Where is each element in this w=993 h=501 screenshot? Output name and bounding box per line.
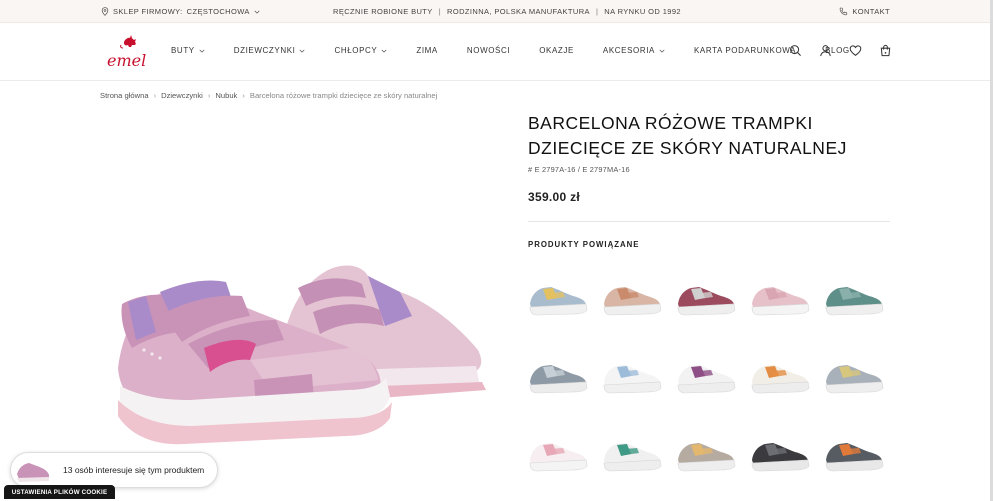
header-actions: [789, 44, 892, 57]
contact-link[interactable]: KONTAKT: [839, 7, 890, 16]
nav-item-chlopcy[interactable]: CHŁOPCY: [334, 46, 387, 55]
chevron-down-icon: [659, 49, 665, 53]
product-title-line: DZIECIĘCE ZE SKÓRY NATURALNEJ: [528, 138, 847, 158]
nav-label: KARTA PODARUNKOWA: [694, 46, 797, 55]
related-products-heading: PRODUKTY POWIĄZANE: [528, 240, 640, 249]
phone-icon: [840, 7, 848, 16]
main-navigation: BUTY DZIEWCZYNKI CHŁOPCY ZIMA NOWOŚCI OK…: [171, 46, 850, 55]
breadcrumb: Strona główna › Dziewczynki › Nubuk › Ba…: [100, 91, 437, 100]
breadcrumb-separator: ›: [153, 91, 157, 100]
related-product-thumbnail[interactable]: [601, 360, 663, 396]
related-product-thumbnail[interactable]: [527, 360, 589, 396]
breadcrumb-current: Barcelona różowe trampki dziecięce ze sk…: [249, 91, 438, 100]
chevron-down-icon: [381, 49, 387, 53]
related-product-thumbnail[interactable]: [749, 282, 811, 318]
related-product-thumbnail[interactable]: [823, 438, 885, 474]
store-label: SKLEP FIRMOWY:: [113, 7, 183, 16]
nav-label: AKCESORIA: [602, 46, 655, 55]
related-product-thumbnail[interactable]: [601, 282, 663, 318]
promo-item: RODZINNA, POLSKA MANUFAKTURA: [447, 7, 590, 16]
breadcrumb-link[interactable]: Dziewczynki: [161, 91, 203, 100]
nav-item-karta-podarunkowa[interactable]: KARTA PODARUNKOWA: [694, 46, 796, 55]
related-product-thumbnail[interactable]: [823, 360, 885, 396]
related-product-thumbnail[interactable]: [527, 282, 589, 318]
nav-item-dziewczynki[interactable]: DZIEWCZYNKI: [234, 46, 306, 55]
nav-label: CHŁOPCY: [334, 46, 378, 55]
related-product-thumbnail[interactable]: [749, 438, 811, 474]
product-page: SKLEP FIRMOWY: CZĘSTOCHOWA RĘCZNIE ROBIO…: [0, 0, 990, 501]
related-product-thumbnail[interactable]: [601, 438, 663, 474]
location-pin-icon: [101, 7, 109, 16]
cookie-settings-button[interactable]: USTAWIENIA PLIKÓW COOKIE: [4, 485, 115, 499]
nav-label: OKAZJE: [539, 46, 574, 55]
breadcrumb-link[interactable]: Strona główna: [100, 91, 149, 100]
nav-label: ZIMA: [416, 46, 438, 55]
nav-item-buty[interactable]: BUTY: [171, 46, 205, 55]
nav-item-okazje[interactable]: OKAZJE: [539, 46, 574, 55]
product-price: 359.00 zł: [528, 190, 581, 204]
nav-item-nowosci[interactable]: NOWOŚCI: [467, 46, 510, 55]
cart-bag-icon[interactable]: [879, 44, 892, 57]
emel-logo[interactable]: emel: [106, 33, 146, 71]
contact-label: KONTAKT: [852, 7, 890, 16]
social-proof-product-thumbnail: [17, 463, 49, 482]
breadcrumb-link[interactable]: Nubuk: [215, 91, 237, 100]
account-icon[interactable]: [819, 44, 832, 57]
related-product-thumbnail[interactable]: [527, 438, 589, 474]
top-info-bar: SKLEP FIRMOWY: CZĘSTOCHOWA RĘCZNIE ROBIO…: [0, 0, 990, 23]
nav-item-zima[interactable]: ZIMA: [416, 46, 438, 55]
chevron-down-icon: [199, 49, 205, 53]
breadcrumb-separator: ›: [207, 91, 211, 100]
promo-separator: |: [595, 7, 599, 16]
related-product-thumbnail[interactable]: [675, 282, 737, 318]
social-proof-text: 13 osób interesuje się tym produktem: [63, 465, 205, 475]
product-title-line: BARCELONA RÓŻOWE TRAMPKI: [528, 113, 813, 133]
related-product-thumbnail[interactable]: [823, 282, 885, 318]
related-product-thumbnail[interactable]: [749, 360, 811, 396]
promo-messages: RĘCZNIE ROBIONE BUTY | RODZINNA, POLSKA …: [333, 7, 681, 16]
product-title: BARCELONA RÓŻOWE TRAMPKI DZIECIĘCE ZE SK…: [528, 111, 898, 161]
promo-separator: |: [438, 7, 442, 16]
divider: [528, 221, 890, 222]
related-product-thumbnail[interactable]: [675, 360, 737, 396]
nav-label: BUTY: [171, 46, 195, 55]
product-main-image[interactable]: [100, 240, 500, 460]
promo-item: RĘCZNIE ROBIONE BUTY: [333, 7, 433, 16]
breadcrumb-separator: ›: [242, 91, 245, 100]
product-sku: # E 2797A-16 / E 2797MA-16: [528, 165, 630, 174]
nav-label: DZIEWCZYNKI: [233, 46, 296, 55]
chevron-down-icon: [299, 49, 305, 53]
chevron-down-icon: [254, 10, 260, 14]
nav-label: NOWOŚCI: [466, 46, 511, 55]
nav-item-akcesoria[interactable]: AKCESORIA: [603, 46, 665, 55]
search-icon[interactable]: [789, 44, 802, 57]
promo-item: NA RYNKU OD 1992: [604, 7, 682, 16]
main-header: emel BUTY DZIEWCZYNKI CHŁOPCY ZIMA NOWOŚ…: [0, 23, 990, 81]
store-city: CZĘSTOCHOWA: [186, 7, 250, 16]
related-product-thumbnail[interactable]: [675, 438, 737, 474]
wishlist-heart-icon[interactable]: [849, 44, 862, 57]
related-products-grid: [527, 282, 892, 474]
social-proof-popup[interactable]: 13 osób interesuje się tym produktem: [10, 452, 218, 488]
logo-text: emel: [107, 51, 146, 70]
store-selector[interactable]: SKLEP FIRMOWY: CZĘSTOCHOWA: [101, 7, 260, 16]
